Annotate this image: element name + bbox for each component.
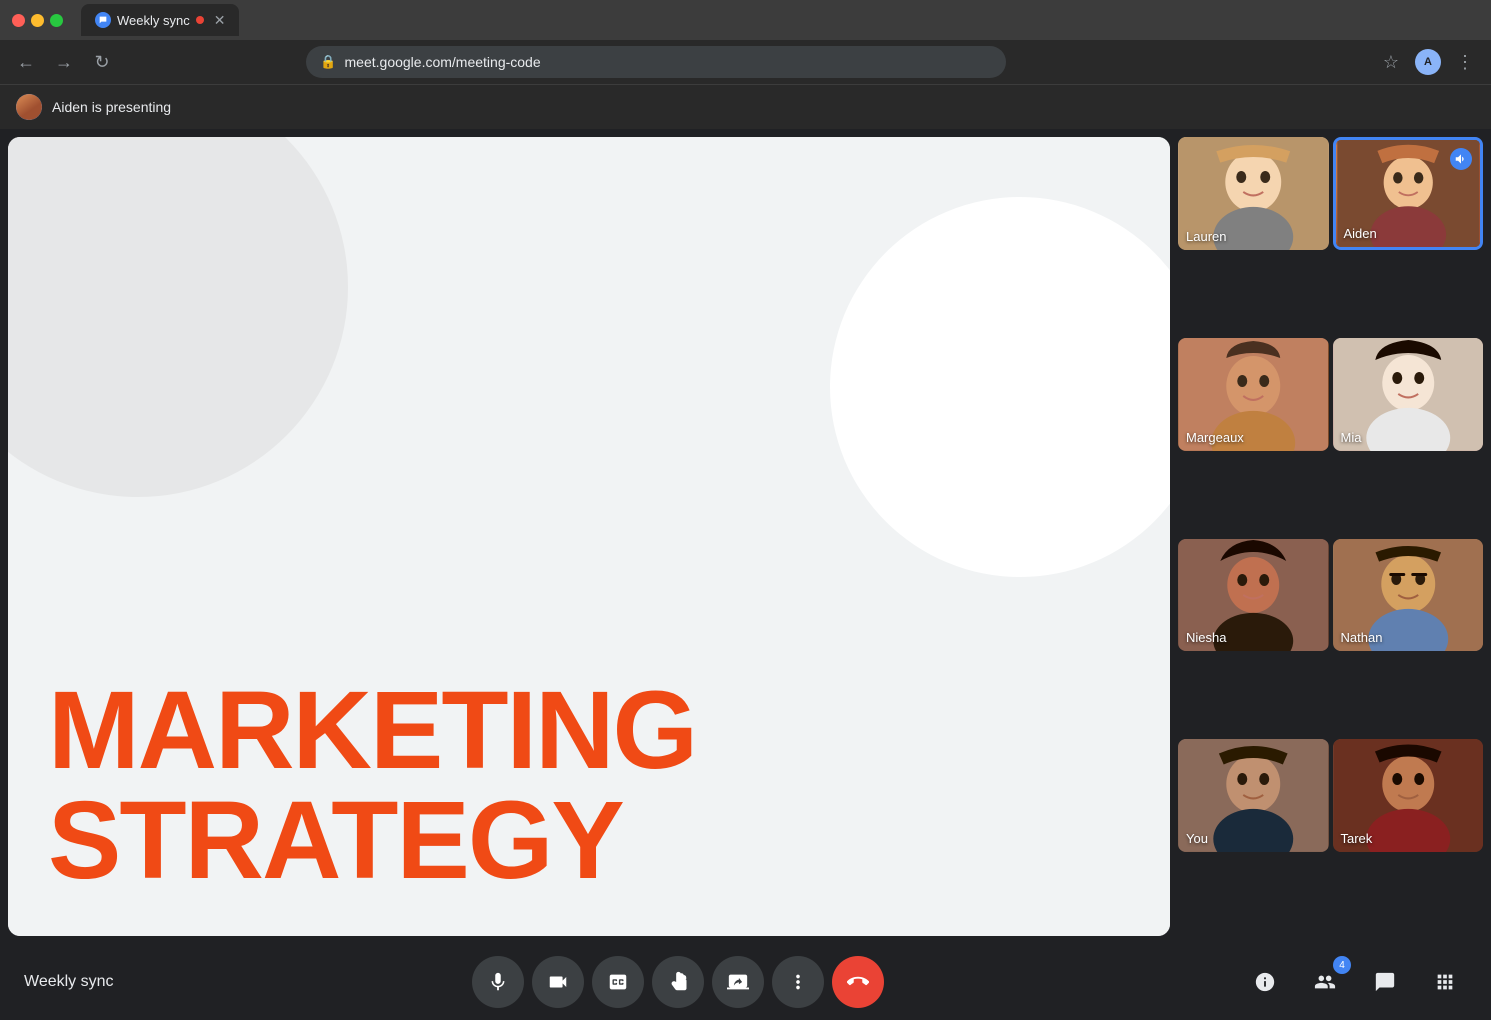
slide-bg-circle-1 — [8, 137, 348, 497]
participant-name-mia: Mia — [1341, 430, 1362, 445]
presenter-avatar — [16, 94, 42, 120]
close-button[interactable] — [12, 14, 25, 27]
end-call-button[interactable] — [832, 956, 884, 1008]
tab-title: Weekly sync — [117, 13, 190, 28]
people-wrapper: 4 — [1303, 960, 1347, 1004]
chat-button[interactable] — [1363, 960, 1407, 1004]
participant-name-nathan: Nathan — [1341, 630, 1383, 645]
participant-tile-tarek: Tarek — [1333, 739, 1484, 852]
participant-name-niesha: Niesha — [1186, 630, 1226, 645]
raise-hand-button[interactable] — [652, 956, 704, 1008]
participant-name-lauren: Lauren — [1186, 229, 1226, 244]
toolbar: Weekly sync — [0, 944, 1491, 1020]
slide-content: MARKETING STRATEGY — [8, 137, 1170, 936]
title-bar: Weekly sync ✕ — [0, 0, 1491, 40]
toolbar-controls — [472, 956, 884, 1008]
participants-grid: Lauren Aiden — [1178, 137, 1483, 936]
slide-headline-line1: MARKETING — [48, 676, 696, 786]
speaker-active-icon — [1450, 148, 1472, 170]
meet-app: Aiden is presenting MARKETING STRATEGY — [0, 85, 1491, 1020]
lock-icon: 🔒 — [320, 54, 336, 70]
menu-button[interactable]: ⋮ — [1451, 48, 1479, 76]
traffic-lights — [12, 14, 63, 27]
forward-button[interactable]: → — [50, 48, 78, 76]
participant-tile-mia: Mia — [1333, 338, 1484, 451]
slide-bg-circle-2 — [830, 197, 1170, 577]
participant-tile-aiden: Aiden — [1333, 137, 1484, 250]
participant-tile-lauren: Lauren — [1178, 137, 1329, 250]
user-avatar-nav[interactable]: A — [1415, 49, 1441, 75]
present-button[interactable] — [712, 956, 764, 1008]
presentation-area: MARKETING STRATEGY — [8, 137, 1170, 936]
maximize-button[interactable] — [50, 14, 63, 27]
slide-text: MARKETING STRATEGY — [48, 676, 696, 896]
toolbar-right-actions: 4 — [1243, 960, 1467, 1004]
participant-tile-niesha: Niesha — [1178, 539, 1329, 652]
presenter-status-text: Aiden is presenting — [52, 99, 171, 115]
url-text: meet.google.com/meeting-code — [345, 54, 993, 70]
participant-tile-nathan: Nathan — [1333, 539, 1484, 652]
minimize-button[interactable] — [31, 14, 44, 27]
participant-name-you: You — [1186, 831, 1208, 846]
browser-tab[interactable]: Weekly sync ✕ — [81, 4, 239, 36]
tab-recording-dot — [196, 16, 204, 24]
participant-name-margeaux: Margeaux — [1186, 430, 1244, 445]
participant-tile-margeaux: Margeaux — [1178, 338, 1329, 451]
more-options-button[interactable] — [772, 956, 824, 1008]
presenter-bar: Aiden is presenting — [0, 85, 1491, 129]
browser-chrome: Weekly sync ✕ ← → ↻ 🔒 meet.google.com/me… — [0, 0, 1491, 85]
participant-tile-you: You — [1178, 739, 1329, 852]
slide-headline-line2: STRATEGY — [48, 786, 696, 896]
participant-name-tarek: Tarek — [1341, 831, 1373, 846]
nav-right-actions: ☆ A ⋮ — [1377, 48, 1479, 76]
main-content: MARKETING STRATEGY — [0, 129, 1491, 944]
refresh-button[interactable]: ↻ — [88, 48, 116, 76]
info-button[interactable] — [1243, 960, 1287, 1004]
mic-button[interactable] — [472, 956, 524, 1008]
tab-close-button[interactable]: ✕ — [214, 12, 226, 29]
nav-bar: ← → ↻ 🔒 meet.google.com/meeting-code ☆ A… — [0, 40, 1491, 84]
meeting-title: Weekly sync — [24, 973, 114, 991]
slide-headline: MARKETING STRATEGY — [48, 676, 696, 896]
meet-favicon — [95, 12, 111, 28]
captions-button[interactable] — [592, 956, 644, 1008]
participant-name-aiden: Aiden — [1344, 226, 1377, 241]
activities-button[interactable] — [1423, 960, 1467, 1004]
back-button[interactable]: ← — [12, 48, 40, 76]
bookmark-button[interactable]: ☆ — [1377, 48, 1405, 76]
presenter-avatar-image — [16, 94, 42, 120]
people-count-badge: 4 — [1333, 956, 1351, 974]
camera-button[interactable] — [532, 956, 584, 1008]
url-bar[interactable]: 🔒 meet.google.com/meeting-code — [306, 46, 1006, 78]
